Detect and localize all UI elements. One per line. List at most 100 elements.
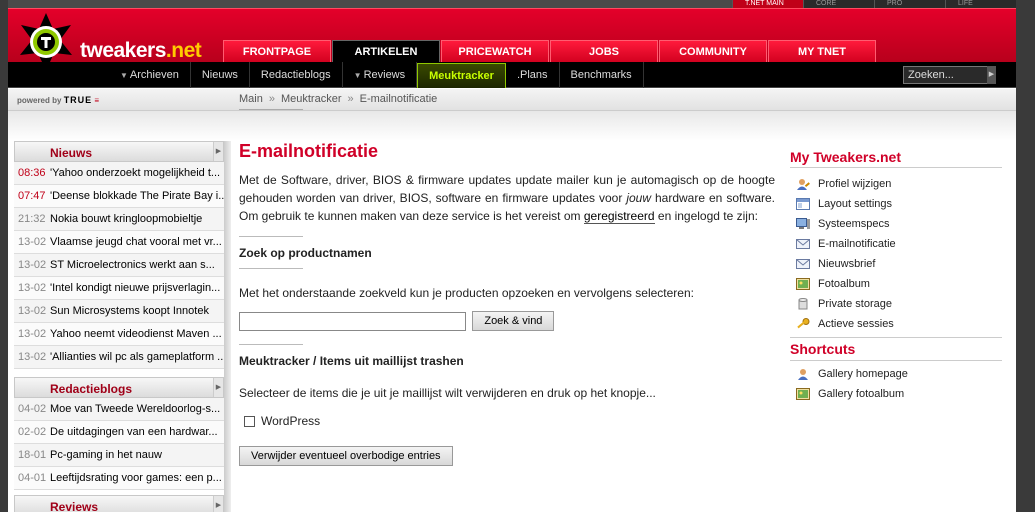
menu-item-gallery-homepage[interactable]: Gallery homepage xyxy=(790,364,1002,384)
true-logo: TRUE xyxy=(63,95,93,105)
computer-icon xyxy=(796,218,810,230)
section-text-search: Met het onderstaande zoekveld kun je pro… xyxy=(239,286,694,300)
site-tab-core[interactable]: CORE xyxy=(803,0,874,8)
subnav-plans[interactable]: .Plans xyxy=(506,62,560,88)
search-arrow-icon[interactable]: ▶ xyxy=(987,66,996,84)
menu-item-gallery-fotoalbum[interactable]: Gallery fotoalbum xyxy=(790,384,1002,404)
remove-row: Verwijder eventueel overbodige entries xyxy=(239,446,775,466)
menu-item-systeemspecs[interactable]: Systeemspecs xyxy=(790,214,1002,234)
picture-icon xyxy=(796,278,810,291)
database-icon xyxy=(798,298,808,310)
nieuws-list: 08:36 'Yahoo onderzoekt mogelijkheid t...… xyxy=(14,162,224,369)
intro-text: Met de Software, driver, BIOS & firmware… xyxy=(239,173,776,224)
site-tab-tnet-main[interactable]: T.NET MAIN xyxy=(732,0,803,8)
wordpress-checkbox[interactable] xyxy=(244,416,255,428)
nav-community[interactable]: COMMUNITY xyxy=(659,40,767,63)
nav-my-tnet[interactable]: MY TNET xyxy=(768,40,876,63)
remove-entries-button[interactable]: Verwijder eventueel overbodige entries xyxy=(239,446,453,466)
nav-frontpage[interactable]: FRONTPAGE xyxy=(223,40,331,63)
envelope-icon xyxy=(796,239,810,250)
list-item[interactable]: 13-02 Vlaamse jeugd chat vooral met vr... xyxy=(14,231,224,254)
breadcrumb-bar: powered by TRUE ≡ Main» Meuktracker» E-mai… xyxy=(8,89,1016,111)
subnav-nieuws[interactable]: Nieuws xyxy=(191,62,250,88)
chevron-down-icon: ▼ xyxy=(120,71,128,80)
search-row: Zoek & vind xyxy=(239,311,775,331)
divider xyxy=(239,236,303,237)
breadcrumb-current: E-mailnotificatie xyxy=(359,93,438,105)
menu-item-profiel[interactable]: Profiel wijzigen xyxy=(790,174,1002,194)
reviews-header[interactable]: Reviews ▶ xyxy=(14,495,224,512)
nav-pricewatch[interactable]: PRICEWATCH xyxy=(441,40,549,63)
section-text-trash: Selecteer de items die je uit je maillij… xyxy=(239,386,656,400)
nieuws-header[interactable]: Nieuws ▶ xyxy=(14,141,224,162)
list-item[interactable]: 13-02 Yahoo neemt videodienst Maven ... xyxy=(14,323,224,346)
envelope-icon xyxy=(796,259,810,270)
list-item[interactable]: 13-02 ST Microelectronics werkt aan s... xyxy=(14,254,224,277)
nav-jobs[interactable]: JOBS xyxy=(550,40,658,63)
product-search-input[interactable] xyxy=(239,311,466,331)
true-logo-icon: ≡ xyxy=(94,96,100,105)
search-input[interactable]: Zoeken... xyxy=(903,66,995,84)
logo-text: tweakers.net xyxy=(80,39,202,62)
expand-arrow-icon[interactable]: ▶ xyxy=(213,496,223,512)
list-item[interactable]: 08:36 'Yahoo onderzoekt mogelijkheid t... xyxy=(14,162,224,185)
register-link[interactable]: geregistreerd xyxy=(583,209,655,224)
user-icon xyxy=(798,369,808,381)
main-content: E-mailnotificatie Met de Software, drive… xyxy=(239,141,775,466)
powered-by: powered by TRUE ≡ xyxy=(17,95,100,105)
list-item[interactable]: 13-02 'Intel kondigt nieuwe prijsverlagin… xyxy=(14,277,224,300)
subnav-archieven[interactable]: ▼ Archieven xyxy=(109,62,191,88)
subnav-redactieblogs[interactable]: Redactieblogs xyxy=(250,62,343,88)
layout-icon xyxy=(796,198,810,211)
site-tabs: T.NET MAIN CORE PRO LIFE xyxy=(732,0,1016,8)
section-title-trash: Meuktracker / Items uit maillijst trashe… xyxy=(239,354,464,368)
expand-arrow-icon[interactable]: ▶ xyxy=(213,378,223,397)
menu-item-private-storage[interactable]: Private storage xyxy=(790,294,1002,314)
key-icon xyxy=(797,318,810,329)
list-item[interactable]: 13-02 'Allianties wil pc als gameplatform… xyxy=(14,346,224,369)
expand-arrow-icon[interactable]: ▶ xyxy=(213,142,223,161)
main-nav: FRONTPAGE ARTIKELEN PRICEWATCH JOBS COMM… xyxy=(223,40,877,63)
sub-nav: ▼ Archieven Nieuws Redactieblogs ▼ Reviews… xyxy=(8,62,1016,88)
list-item[interactable]: 04-01 Leeftijdsrating voor games: een p..… xyxy=(14,467,224,490)
site-tab-pro[interactable]: PRO xyxy=(874,0,945,8)
search-button[interactable]: Zoek & vind xyxy=(472,311,555,331)
my-tweakers-list: Profiel wijzigen Layout settings Systeem… xyxy=(790,174,1002,334)
divider xyxy=(239,268,303,269)
list-item[interactable]: 07:47 'Deense blokkade The Pirate Bay i..… xyxy=(14,185,224,208)
subnav-meuktracker[interactable]: Meuktracker xyxy=(417,63,506,88)
section-title-search: Zoek op productnamen xyxy=(239,246,372,260)
list-item[interactable]: 13-02 Sun Microsystems koopt Innotek xyxy=(14,300,224,323)
my-tweakers-title: My Tweakers.net xyxy=(790,138,1002,168)
list-item[interactable]: 04-02 Moe van Tweede Wereldoorlog-s... xyxy=(14,398,224,421)
shortcuts-title: Shortcuts xyxy=(790,337,1002,361)
menu-item-nieuwsbrief[interactable]: Nieuwsbrief xyxy=(790,254,1002,274)
nav-artikelen[interactable]: ARTIKELEN xyxy=(332,40,440,63)
right-column: My Tweakers.net Profiel wijzigen Layout … xyxy=(790,141,1002,404)
shortcuts-list: Gallery homepage Gallery fotoalbum xyxy=(790,364,1002,404)
user-edit-icon xyxy=(797,179,810,191)
page-title: E-mailnotificatie xyxy=(239,141,379,161)
chevron-down-icon: ▼ xyxy=(353,71,362,80)
menu-item-email[interactable]: E-mailnotificatie xyxy=(790,234,1002,254)
left-column-shadow xyxy=(224,141,231,512)
redactieblogs-list: 04-02 Moe van Tweede Wereldoorlog-s... 02… xyxy=(14,398,224,490)
breadcrumb-meuktracker[interactable]: Meuktracker xyxy=(281,93,342,105)
menu-item-layout[interactable]: Layout settings xyxy=(790,194,1002,214)
breadcrumb: Main» Meuktracker» E-mailnotificatie xyxy=(239,93,438,105)
list-item[interactable]: 18-01 Pc-gaming in het nauw xyxy=(14,444,224,467)
list-item[interactable]: 02-02 De uitdagingen van een hardwar... xyxy=(14,421,224,444)
site-tab-life[interactable]: LIFE xyxy=(945,0,1016,8)
picture-icon xyxy=(796,388,810,401)
subnav-reviews[interactable]: ▼ Reviews xyxy=(343,62,418,88)
divider xyxy=(239,344,303,345)
page: T.NET MAIN CORE PRO LIFE tweakers.net FR… xyxy=(8,0,1016,512)
subnav-benchmarks[interactable]: Benchmarks xyxy=(560,62,644,88)
checkbox-row: WordPress xyxy=(239,412,775,430)
menu-item-fotoalbum[interactable]: Fotoalbum xyxy=(790,274,1002,294)
list-item[interactable]: 21:32 Nokia bouwt kringloopmobieltje xyxy=(14,208,224,231)
redactieblogs-header[interactable]: Redactieblogs ▶ xyxy=(14,377,224,398)
checkbox-label: WordPress xyxy=(261,414,321,428)
breadcrumb-main[interactable]: Main xyxy=(239,93,263,105)
menu-item-sessies[interactable]: Actieve sessies xyxy=(790,314,1002,334)
